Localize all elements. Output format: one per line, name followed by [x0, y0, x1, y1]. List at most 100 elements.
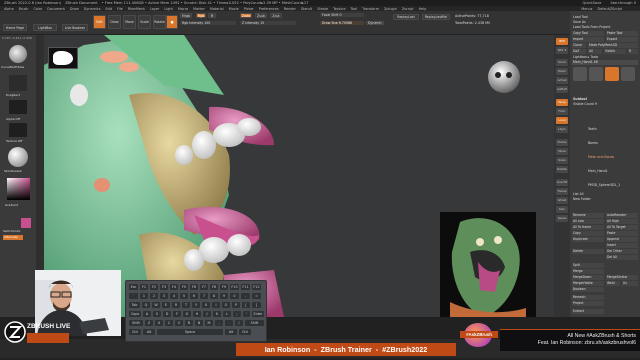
key-s[interactable]: S — [153, 311, 161, 317]
key-f3[interactable]: F3 — [160, 284, 168, 290]
draw-size-slider[interactable]: Draw Size 6.70566 — [320, 21, 364, 25]
zsub-button[interactable]: Zsub — [255, 13, 267, 18]
main-color-swatch[interactable] — [21, 218, 31, 228]
move-button[interactable]: Move — [123, 15, 136, 29]
home-page-button[interactable]: Home Page — [3, 24, 27, 31]
key-f8[interactable]: F8 — [210, 284, 218, 290]
key-f10[interactable]: F10 — [230, 284, 239, 290]
menu-stencil[interactable]: Stencil — [301, 7, 312, 11]
menu-light[interactable]: Light — [164, 7, 172, 11]
rgb-button[interactable]: Rgb — [196, 13, 206, 18]
insert-button[interactable]: Insert — [606, 243, 638, 248]
key-minus[interactable]: - — [241, 293, 250, 299]
default-zscript-button[interactable]: DefaultZScript — [597, 7, 622, 11]
all-low-button[interactable]: All Low — [572, 219, 604, 224]
menu-marker[interactable]: Marker — [193, 7, 205, 11]
key-semicolon[interactable]: ; — [233, 311, 241, 317]
shelf-rotate-button[interactable]: Rotate — [556, 166, 568, 173]
key-3[interactable]: 3 — [160, 293, 168, 299]
all-to-target-button[interactable]: All To Target — [606, 225, 638, 230]
rename-button[interactable]: Rename — [572, 213, 604, 218]
split-button[interactable]: Split — [572, 263, 604, 268]
bpr-button[interactable]: BPR — [556, 38, 568, 45]
menu-zplugin[interactable]: Zplugin — [384, 7, 397, 11]
rotate-button[interactable]: Rotate — [153, 15, 166, 29]
lightbox-button[interactable]: LightBox — [33, 24, 57, 31]
scale-button[interactable]: Scale — [138, 15, 151, 29]
del-all-button[interactable]: Del All — [606, 255, 638, 260]
key-backtick[interactable]: ` — [129, 293, 138, 299]
paste-tool-button[interactable]: Paste Tool — [606, 31, 638, 36]
ghost-button[interactable]: Ghost — [556, 197, 568, 204]
menu-zscript[interactable]: Zscript — [402, 7, 414, 11]
current-tool-slider[interactable]: Main_Hand1 48 — [572, 60, 638, 65]
menu-stroke[interactable]: Stroke — [317, 7, 328, 11]
key-quote[interactable]: ' — [243, 311, 250, 317]
copy-tool-button[interactable]: Copy Tool — [572, 31, 604, 36]
menu-dynamics[interactable]: Dynamics — [84, 7, 101, 11]
key-caps[interactable]: Caps — [129, 311, 141, 317]
menu-alpha[interactable]: Alpha — [4, 7, 14, 11]
subtool-main-hand[interactable]: Main_Hand1 — [572, 169, 638, 174]
shelf-scale-button[interactable]: Scale — [556, 157, 568, 164]
key-shift-left[interactable]: Shift — [129, 320, 143, 326]
import-button[interactable]: Import — [572, 37, 604, 42]
key-x[interactable]: X — [155, 320, 163, 326]
tool-thumbnail-2-icon[interactable] — [589, 67, 603, 81]
key-alt-left[interactable]: Alt — [143, 329, 155, 335]
key-n[interactable]: N — [195, 320, 203, 326]
xpose-button[interactable]: Xpose — [556, 215, 568, 222]
extract-button[interactable]: Extract — [572, 309, 604, 314]
load-tools-from-project-button[interactable]: Load Tools From Project — [572, 25, 638, 30]
draw-button[interactable]: Draw — [108, 15, 121, 29]
key-slash[interactable]: / — [235, 320, 243, 326]
key-t[interactable]: T — [182, 302, 190, 308]
floor-button[interactable]: Floor — [556, 108, 568, 115]
key-o[interactable]: O — [222, 302, 230, 308]
weld-button[interactable]: Weld — [606, 281, 620, 286]
menu-draw[interactable]: Draw — [70, 7, 79, 11]
menu-file[interactable]: File — [117, 7, 123, 11]
key-f[interactable]: F — [173, 311, 181, 317]
tool-thumbnail-icon[interactable] — [573, 67, 587, 81]
menu-edit[interactable]: Edit — [105, 7, 112, 11]
quicksave-button[interactable]: QuickSave — [582, 1, 601, 5]
merge-visible-button[interactable]: MergeVisible — [572, 281, 604, 286]
subtool-mesh-and-bones[interactable]: Mesh and Bones — [572, 155, 638, 160]
key-alt-right[interactable]: Alt — [225, 329, 237, 335]
menu-transform[interactable]: Transform — [362, 7, 379, 11]
list-all-button[interactable]: List All — [572, 192, 638, 197]
focal-shift-slider[interactable]: Focal Shift 0 — [320, 13, 364, 17]
key-2[interactable]: 2 — [150, 293, 158, 299]
mrgb-button[interactable]: Mrgb — [180, 13, 192, 18]
tool-thumbnail-3-icon[interactable] — [605, 67, 619, 81]
lsym-button[interactable]: LSym — [556, 126, 568, 133]
key-shift-right[interactable]: Shift — [245, 320, 264, 326]
goz-visible-button[interactable]: Visible — [604, 49, 626, 54]
transp-button[interactable]: Transp — [556, 188, 568, 195]
key-ctrl-right[interactable]: Ctrl — [239, 329, 251, 335]
subtool-teeth[interactable]: Teeth — [572, 127, 638, 132]
dynamic-toggle[interactable]: Dynamic — [366, 21, 384, 25]
persp-button[interactable]: Persp — [556, 99, 568, 106]
live-boolean-button[interactable]: Live Boolean — [62, 24, 88, 31]
key-f4[interactable]: F4 — [170, 284, 178, 290]
scroll-button[interactable]: Scroll — [556, 59, 568, 66]
key-a[interactable]: A — [143, 311, 151, 317]
key-4[interactable]: 4 — [170, 293, 178, 299]
append-button[interactable]: Append — [606, 237, 638, 242]
key-q[interactable]: Q — [142, 302, 150, 308]
menu-picker[interactable]: Picker — [244, 7, 254, 11]
key-f1[interactable]: F1 — [140, 284, 148, 290]
key-equals[interactable]: = — [252, 293, 261, 299]
material-mode-icon[interactable]: ■ — [166, 15, 178, 29]
menu-movie[interactable]: Movie — [229, 7, 239, 11]
key-enter[interactable]: Enter — [252, 311, 264, 317]
goz-all-button[interactable]: All — [588, 49, 602, 54]
replay-last-button[interactable]: ReplayLast — [393, 14, 419, 20]
key-u[interactable]: U — [202, 302, 210, 308]
key-g[interactable]: G — [183, 311, 191, 317]
key-m[interactable]: M — [205, 320, 213, 326]
key-z[interactable]: Z — [145, 320, 153, 326]
key-e[interactable]: E — [162, 302, 170, 308]
